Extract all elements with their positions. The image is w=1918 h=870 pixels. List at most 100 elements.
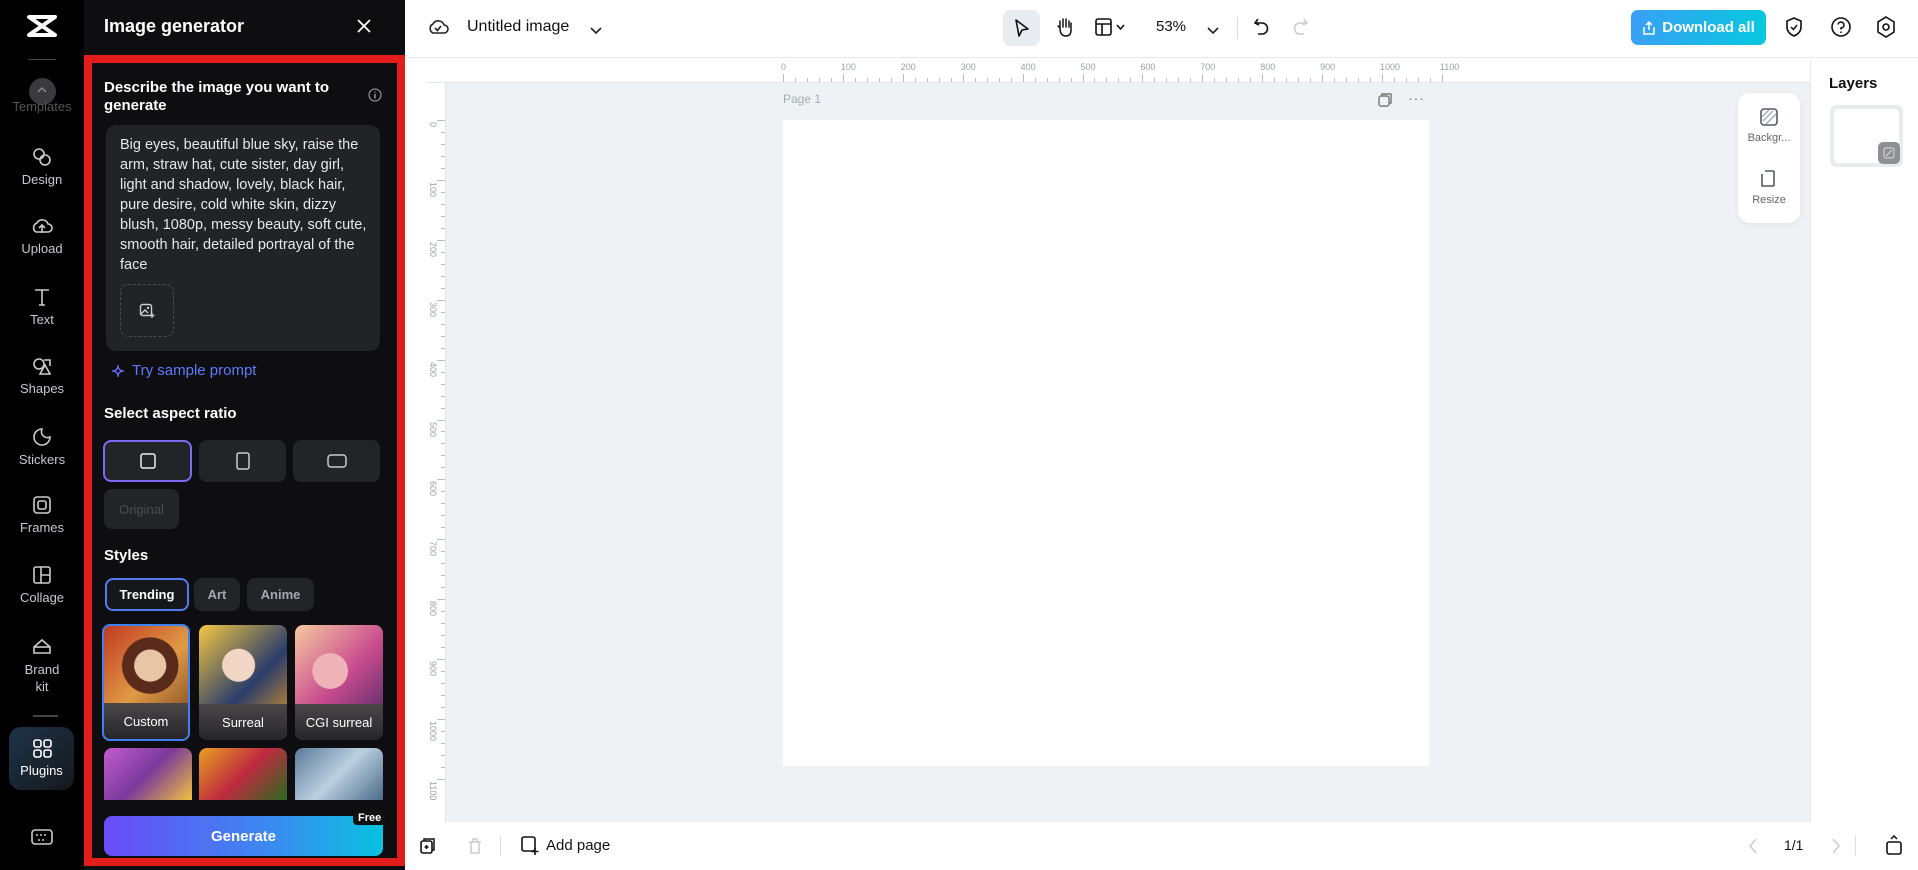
close-icon[interactable]	[356, 18, 372, 39]
rail-item-shapes[interactable]: Shapes	[0, 355, 84, 396]
shapes-icon	[33, 358, 52, 375]
horizontal-ruler: 0 100 200 300 400 500 600 700 800 900 1000 1100	[426, 59, 1810, 83]
sparkle-icon	[112, 364, 125, 377]
ratio-landscape-button[interactable]	[293, 440, 380, 482]
ruler-tick	[806, 78, 808, 82]
rail-item-text[interactable]: Text	[0, 286, 84, 327]
generate-button[interactable]: Generate	[104, 816, 383, 856]
cloud-saved-icon[interactable]	[427, 17, 449, 42]
share-upload-icon	[1643, 20, 1655, 35]
style-tab-trending[interactable]: Trending	[105, 578, 189, 611]
rail-item-frames[interactable]: Frames	[0, 494, 84, 535]
capcut-logo-icon[interactable]	[26, 14, 58, 43]
style-card-custom[interactable]: Custom	[102, 624, 190, 741]
chevron-down-icon[interactable]	[590, 22, 602, 40]
ratio-original-button[interactable]: Original	[104, 489, 179, 529]
ruler-tick	[441, 311, 445, 313]
download-all-button[interactable]: Download all	[1631, 10, 1766, 45]
info-icon[interactable]	[368, 88, 382, 107]
style-card-label: Surreal	[199, 704, 287, 740]
zoom-level[interactable]: 53%	[1156, 18, 1186, 35]
add-page-button[interactable]: Add page	[520, 835, 610, 855]
more-options-icon[interactable]: ···	[1408, 90, 1425, 106]
duplicate-page-button-icon[interactable]	[419, 837, 437, 860]
ruler-tick	[902, 74, 904, 82]
rail-item-collage[interactable]: Collage	[0, 564, 84, 605]
style-tab-art[interactable]: Art	[194, 578, 240, 611]
ruler-tick	[441, 443, 445, 445]
ruler-tick	[842, 74, 844, 82]
rail-label: Collage	[19, 590, 65, 605]
background-button[interactable]: Backgr...	[1738, 107, 1800, 144]
ruler-label: 200	[900, 62, 916, 72]
ratio-square-button[interactable]	[103, 440, 192, 482]
ruler-tick	[441, 395, 445, 397]
ruler-tick	[830, 78, 832, 82]
ratio-portrait-button[interactable]	[199, 440, 286, 482]
ruler-tick	[1070, 78, 1072, 82]
prompt-textarea[interactable]: Big eyes, beautiful blue sky, raise the …	[106, 125, 380, 351]
background-layer-icon	[1878, 142, 1900, 164]
ruler-tick	[441, 742, 445, 744]
help-icon[interactable]	[1830, 16, 1852, 43]
ruler-tick	[1238, 78, 1240, 82]
ruler-label: 0	[428, 122, 438, 128]
select-tool-button[interactable]	[1003, 10, 1040, 46]
style-card-cgi-surreal[interactable]: CGI surreal	[295, 625, 383, 740]
layout-icon[interactable]	[1095, 18, 1129, 41]
rail-item-plugins[interactable]: Plugins	[9, 727, 74, 790]
ruler-label: 700	[428, 541, 438, 557]
frame-icon	[33, 496, 51, 514]
settings-gear-icon[interactable]	[1876, 16, 1896, 43]
rail-item-upload[interactable]: Upload	[0, 215, 84, 256]
ruler-tick	[441, 203, 445, 205]
ruler-label: 0	[781, 62, 787, 72]
page-canvas[interactable]	[783, 120, 1429, 766]
shield-icon[interactable]	[1785, 16, 1803, 43]
ruler-tick	[441, 683, 445, 685]
ruler-tick	[1322, 74, 1324, 82]
keyboard-shortcuts-icon[interactable]	[31, 828, 53, 851]
rail-item-brand-kit[interactable]: Brand kit	[0, 635, 84, 695]
zoom-chevron-icon[interactable]	[1207, 22, 1219, 40]
sticker-icon	[33, 428, 51, 446]
redo-icon[interactable]	[1291, 17, 1309, 42]
rail-item-stickers[interactable]: Stickers	[0, 426, 84, 467]
ruler-tick	[1130, 78, 1132, 82]
prompt-text[interactable]: Big eyes, beautiful blue sky, raise the …	[120, 135, 370, 275]
previous-page-icon[interactable]	[1748, 838, 1758, 859]
layers-panel: Layers	[1810, 59, 1918, 822]
next-page-icon[interactable]	[1831, 838, 1841, 859]
hand-tool-icon[interactable]	[1055, 16, 1075, 43]
ruler-tick	[441, 467, 445, 469]
duplicate-page-icon[interactable]	[1377, 92, 1393, 113]
resize-label: Resize	[1752, 194, 1786, 206]
style-tab-anime[interactable]: Anime	[247, 578, 314, 611]
ruler-tick	[1405, 78, 1407, 82]
ruler-tick	[441, 143, 445, 145]
rail-label: Frames	[19, 520, 65, 535]
ruler-tick	[1310, 78, 1312, 82]
ruler-label: 1100	[1439, 62, 1460, 72]
style-card-surreal[interactable]: Surreal	[199, 625, 287, 740]
style-card[interactable]	[199, 748, 287, 800]
ruler-tick	[1370, 78, 1372, 82]
ruler-tick	[441, 263, 445, 265]
style-card[interactable]	[104, 748, 192, 800]
document-title[interactable]: Untitled image	[467, 18, 569, 36]
try-sample-prompt-link[interactable]: Try sample prompt	[112, 362, 256, 379]
rail-item-templates[interactable]: Templates	[0, 78, 84, 114]
add-reference-image-button[interactable]	[120, 284, 174, 337]
ruler-label: 800	[1260, 62, 1276, 72]
ruler-label: 600	[428, 481, 438, 497]
page-panel-toggle-icon[interactable]	[1885, 834, 1903, 860]
delete-page-icon[interactable]	[467, 837, 483, 860]
style-card[interactable]	[295, 748, 383, 800]
vertical-ruler: 0 100 200 300 400 500 600 700 800 900 1000 1100	[426, 83, 446, 822]
rail-item-design[interactable]: Design	[0, 146, 84, 187]
undo-icon[interactable]	[1253, 17, 1271, 42]
ruler-tick	[441, 730, 445, 732]
resize-button[interactable]: Resize	[1738, 169, 1800, 206]
ruler-label: 300	[428, 301, 438, 317]
layer-thumbnail[interactable]	[1830, 105, 1903, 167]
